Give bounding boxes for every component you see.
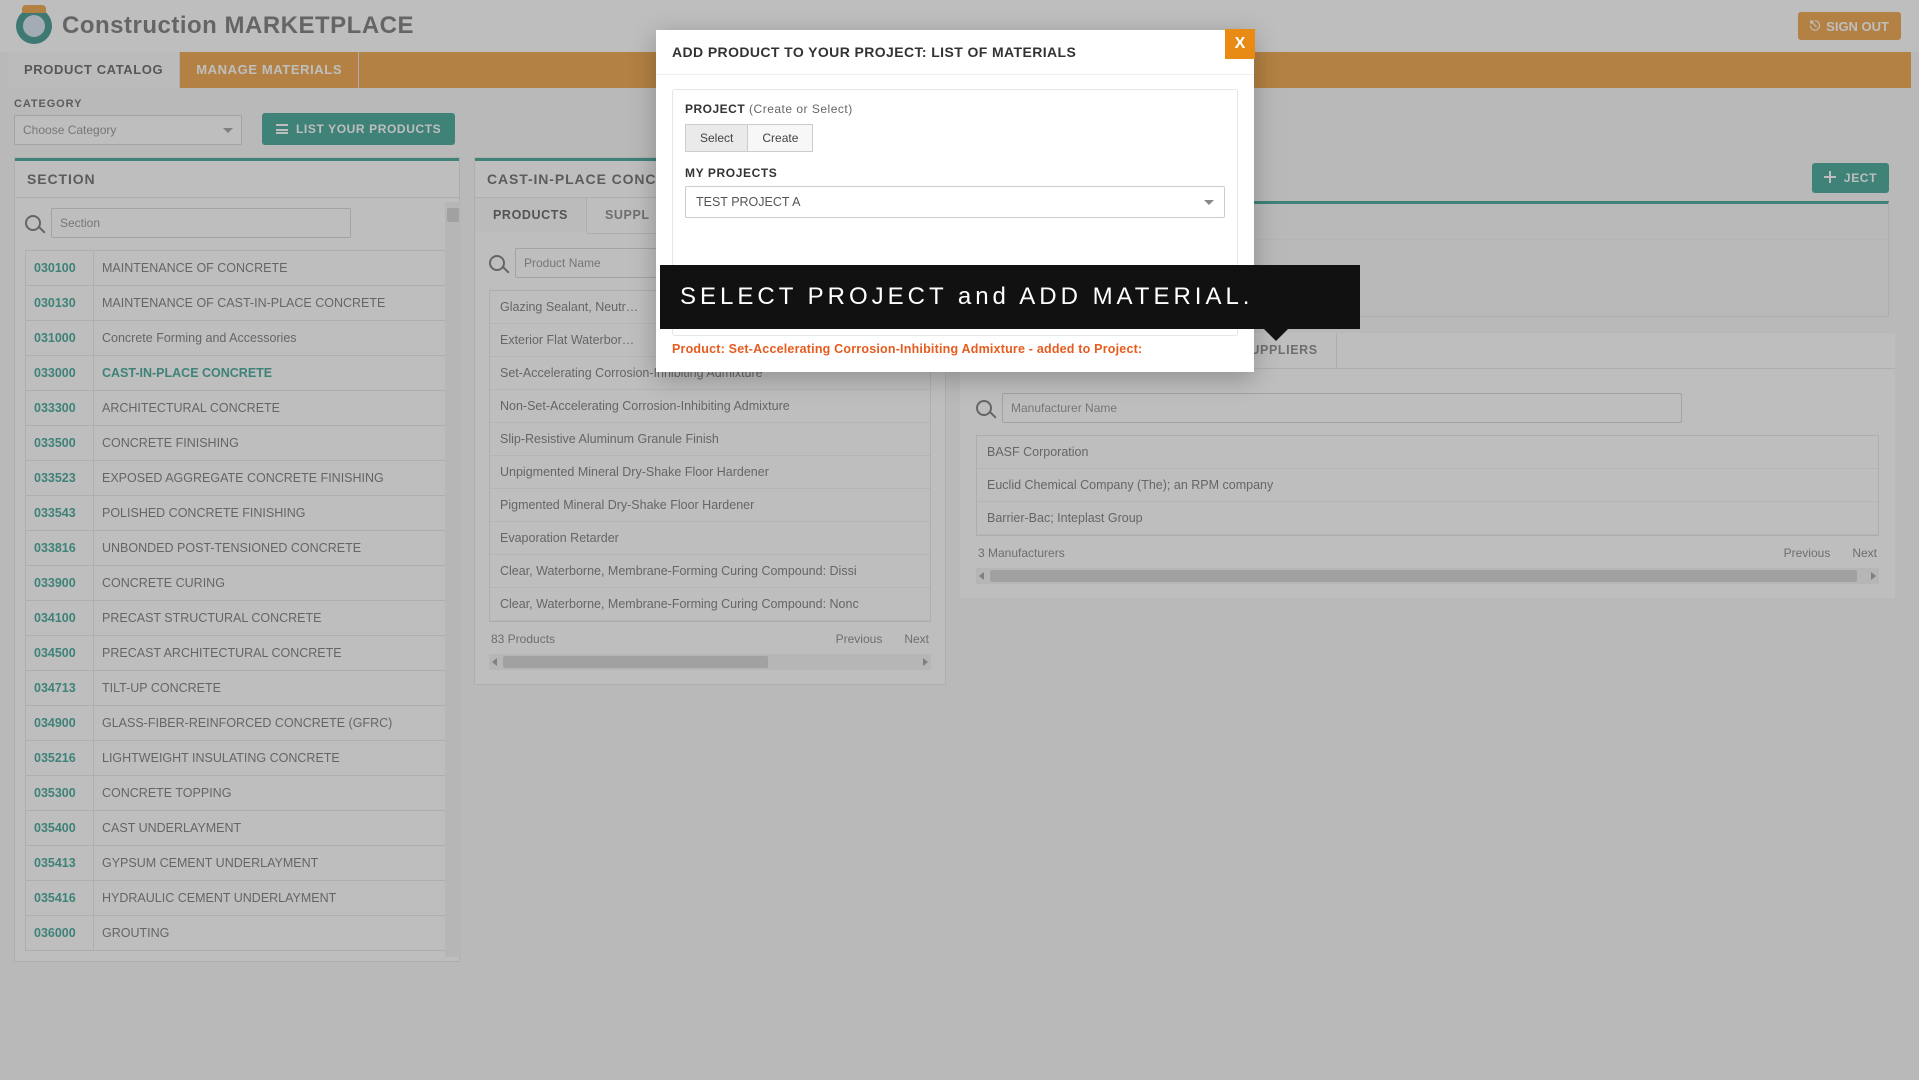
- project-select[interactable]: TEST PROJECT A: [685, 186, 1225, 218]
- modal-close-button[interactable]: X: [1225, 29, 1255, 59]
- help-callout-text: SELECT PROJECT and ADD MATERIAL.: [680, 283, 1253, 310]
- modal-title: ADD PRODUCT TO YOUR PROJECT: LIST OF MAT…: [656, 30, 1254, 75]
- my-projects-label: MY PROJECTS: [685, 166, 1225, 180]
- help-callout: SELECT PROJECT and ADD MATERIAL.: [660, 265, 1360, 329]
- project-hint: (Create or Select): [749, 102, 853, 116]
- close-icon: X: [1235, 35, 1246, 53]
- toggle-select[interactable]: Select: [685, 124, 748, 152]
- modal-status-message: Product: Set-Accelerating Corrosion-Inhi…: [672, 336, 1238, 358]
- toggle-create[interactable]: Create: [748, 124, 813, 152]
- project-select-value: TEST PROJECT A: [696, 195, 800, 209]
- project-mode-toggle: Select Create: [685, 124, 1225, 152]
- chevron-down-icon: [1204, 200, 1214, 205]
- project-label: PROJECT: [685, 102, 745, 116]
